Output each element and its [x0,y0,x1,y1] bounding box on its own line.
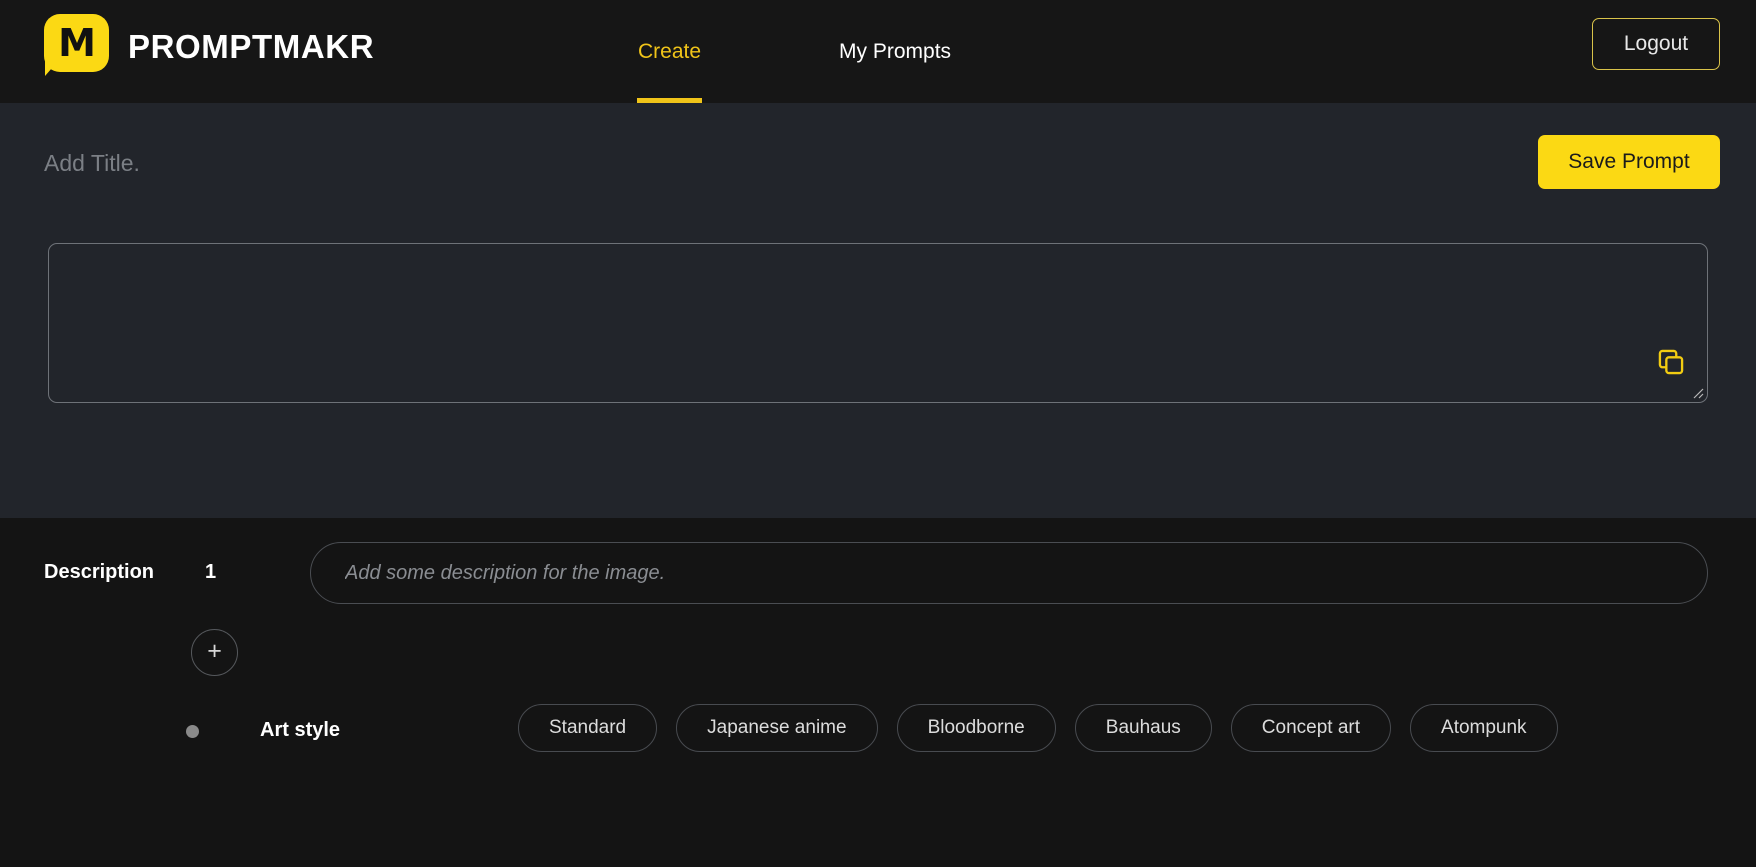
dot-icon [186,725,199,738]
prompt-textarea[interactable] [49,244,1707,402]
main-nav: Create My Prompts [612,0,977,103]
art-style-chip-bloodborne[interactable]: Bloodborne [897,704,1056,752]
logo-letter: M [44,14,109,72]
add-description-button[interactable]: + [191,629,238,676]
nav-item-my-prompts[interactable]: My Prompts [813,0,977,103]
brand-name: PROMPTMAKR [128,28,374,66]
app-root: M PROMPTMAKR Create My Prompts Logout Sa… [0,0,1756,867]
brand[interactable]: M PROMPTMAKR [44,14,374,79]
description-input[interactable] [310,542,1708,604]
logout-button[interactable]: Logout [1592,18,1720,70]
art-style-chip-japanese-anime[interactable]: Japanese anime [676,704,877,752]
description-label: Description [44,561,154,584]
copy-icon[interactable] [1657,348,1685,376]
art-style-chip-list: Standard Japanese anime Bloodborne Bauha… [518,704,1558,752]
app-header: M PROMPTMAKR Create My Prompts Logout [0,0,1756,103]
title-section: Save Prompt [0,103,1756,518]
title-input[interactable] [44,139,944,187]
prompt-textarea-container [48,243,1708,403]
art-style-row: Art style Standard Japanese anime Bloodb… [0,698,1756,778]
save-prompt-button[interactable]: Save Prompt [1538,135,1720,189]
art-style-chip-bauhaus[interactable]: Bauhaus [1075,704,1212,752]
resize-grip-icon[interactable] [1688,383,1704,399]
art-style-label: Art style [260,719,340,742]
art-style-chip-standard[interactable]: Standard [518,704,657,752]
nav-item-create[interactable]: Create [612,0,727,103]
speech-bubble-logo-icon: M [44,14,109,79]
description-row: Description 1 [0,518,1756,630]
art-style-chip-concept-art[interactable]: Concept art [1231,704,1391,752]
description-index: 1 [205,561,216,584]
options-section: Description 1 + Art style Standard Japan… [0,518,1756,867]
art-style-chip-atompunk[interactable]: Atompunk [1410,704,1558,752]
